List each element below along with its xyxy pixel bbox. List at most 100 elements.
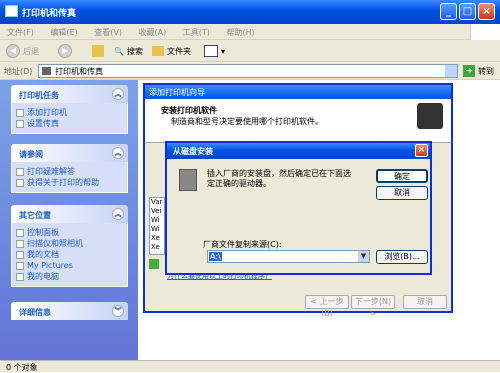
task-pane: 打印机任务 ︽ 添加打印机 设置传真 请参阅 ︽ 打印疑难解答 获得关于打印的帮助 … <box>0 80 138 360</box>
help-icon <box>16 167 24 176</box>
search-button[interactable]: 🔍 搜索 <box>114 43 143 59</box>
panel-title[interactable]: 其它位置 ︽ <box>11 205 128 223</box>
back-arrow-icon: ◀ <box>6 44 20 58</box>
computer-icon <box>16 272 24 281</box>
place-label: 我的电脑 <box>27 272 59 281</box>
task-label: 设置传真 <box>27 119 59 128</box>
dialog-close-button[interactable]: × <box>415 144 428 157</box>
collapse-chevron-icon[interactable]: ︽ <box>112 147 124 159</box>
help-icon <box>16 178 24 187</box>
scanner-icon <box>16 239 24 248</box>
link-print-help[interactable]: 获得关于打印的帮助 <box>16 177 123 188</box>
address-dropdown-button[interactable] <box>445 65 457 77</box>
back-step-button[interactable]: < 上一步(B) <box>305 295 349 318</box>
dialog-cancel-button[interactable]: 取消 <box>376 186 428 200</box>
windows-logo-icon <box>470 24 500 40</box>
signed-driver-icon <box>149 259 159 269</box>
source-value: A:\ <box>209 252 222 261</box>
dialog-title-bar: 从磁盘安装 × <box>167 143 430 159</box>
ok-button[interactable]: 确定 <box>376 169 428 183</box>
title-bar: 打印机和传真 _ □ × <box>0 0 500 24</box>
install-from-disk-dialog: 从磁盘安装 × 插入厂商的安装盘，然后确定已在下面选定正确的驱动器。 确定 取消… <box>165 141 432 275</box>
menu-bar: 文件(F) 编辑(E) 查看(V) 收藏(A) 工具(T) 帮助(H) <box>0 24 500 40</box>
folder-icon <box>16 261 24 270</box>
panel-see-also: 请参阅 ︽ 打印疑难解答 获得关于打印的帮助 <box>11 144 128 193</box>
place-label: My Pictures <box>27 261 73 270</box>
folders-button[interactable]: 文件夹 <box>152 43 191 59</box>
next-step-button[interactable]: 下一步(N) > <box>351 295 395 318</box>
menu-favorites[interactable]: 收藏(A) <box>132 24 174 38</box>
source-label: 厂商文件复制来源(C): <box>203 240 282 249</box>
go-arrow-icon[interactable]: ➜ <box>463 65 475 77</box>
browse-button[interactable]: 浏览(B)... <box>376 250 428 264</box>
expand-chevron-icon[interactable]: ︾ <box>112 305 124 317</box>
floppy-disk-icon <box>179 169 197 191</box>
back-button[interactable]: ◀ 后退 <box>6 43 39 59</box>
list-item[interactable]: Var <box>151 198 164 207</box>
search-label: 搜索 <box>126 46 143 56</box>
manufacturer-list-partial[interactable]: Var Vei Wi Wi Xe Xe <box>149 197 165 255</box>
maximize-button[interactable]: □ <box>459 3 476 20</box>
panel-title-text: 打印机任务 <box>19 91 59 100</box>
address-label: 地址(D) <box>4 67 33 76</box>
collapse-chevron-icon[interactable]: ︽ <box>112 208 124 220</box>
list-item[interactable]: Wi <box>151 216 164 225</box>
up-folder-icon <box>92 45 104 57</box>
dialog-title: 从磁盘安装 <box>173 147 213 156</box>
search-icon: 🔍 <box>114 46 124 56</box>
panel-title[interactable]: 请参阅 ︽ <box>11 144 128 162</box>
panel-title[interactable]: 打印机任务 ︽ <box>11 85 128 103</box>
place-scanners[interactable]: 扫描仪和照相机 <box>16 238 123 249</box>
place-label: 控制面板 <box>27 228 59 237</box>
menu-help[interactable]: 帮助(H) <box>219 24 261 38</box>
collapse-chevron-icon[interactable]: ︽ <box>112 88 124 100</box>
dialog-message: 插入厂商的安装盘，然后确定已在下面选定正确的驱动器。 <box>207 169 351 188</box>
panel-details: 详细信息 ︾ <box>11 302 128 320</box>
source-combobox[interactable]: A:\ ▼ <box>207 250 370 263</box>
list-item[interactable]: Xe <box>151 243 164 252</box>
panel-printer-tasks: 打印机任务 ︽ 添加打印机 设置传真 <box>11 85 128 134</box>
views-button[interactable]: ▾ <box>204 43 225 59</box>
toolbar: ◀ 后退 ▶ 🔍 搜索 文件夹 ▾ <box>0 40 500 62</box>
forward-button[interactable]: ▶ <box>58 43 72 59</box>
up-folder-button[interactable] <box>92 43 104 59</box>
place-control-panel[interactable]: 控制面板 <box>16 227 123 238</box>
link-label: 获得关于打印的帮助 <box>27 178 99 187</box>
address-bar: 地址(D) 打印机和传真 ➜ 转到 <box>0 62 500 80</box>
printer-folder-icon <box>5 5 18 17</box>
menu-file[interactable]: 文件(F) <box>0 24 41 38</box>
task-label: 添加打印机 <box>27 108 67 117</box>
list-item[interactable]: Xe <box>151 234 164 243</box>
status-text: 0 个对象 <box>6 363 38 372</box>
menu-edit[interactable]: 编辑(E) <box>43 24 84 38</box>
place-my-pictures[interactable]: My Pictures <box>16 260 123 271</box>
place-my-computer[interactable]: 我的电脑 <box>16 271 123 282</box>
link-label: 打印疑难解答 <box>27 167 75 176</box>
link-troubleshoot[interactable]: 打印疑难解答 <box>16 166 123 177</box>
panel-title-text: 其它位置 <box>19 211 51 220</box>
menu-view[interactable]: 查看(V) <box>87 24 129 38</box>
place-my-documents[interactable]: 我的文档 <box>16 249 123 260</box>
task-setup-fax[interactable]: 设置传真 <box>16 118 123 129</box>
minimize-button[interactable]: _ <box>440 3 457 20</box>
printer-icon <box>417 103 443 129</box>
status-bar: 0 个对象 <box>0 360 500 372</box>
menu-tools[interactable]: 工具(T) <box>176 24 217 38</box>
panel-other-places: 其它位置 ︽ 控制面板 扫描仪和照相机 我的文档 My Pictures 我的电脑 <box>11 205 128 287</box>
fax-icon <box>16 119 24 128</box>
task-add-printer[interactable]: 添加打印机 <box>16 107 123 118</box>
panel-title[interactable]: 详细信息 ︾ <box>11 302 128 320</box>
wizard-title: 添加打印机向导 <box>145 85 451 99</box>
wizard-cancel-button[interactable]: 取消 <box>403 295 447 309</box>
folders-label: 文件夹 <box>167 46 191 56</box>
list-item[interactable]: Vei <box>151 207 164 216</box>
list-item[interactable]: Wi <box>151 225 164 234</box>
back-label: 后退 <box>23 46 39 56</box>
forward-arrow-icon: ▶ <box>58 44 72 58</box>
go-label[interactable]: 转到 <box>478 66 494 77</box>
address-input[interactable]: 打印机和传真 <box>38 64 458 78</box>
chevron-down-icon[interactable]: ▼ <box>358 251 369 262</box>
place-label: 扫描仪和照相机 <box>27 239 83 248</box>
close-button[interactable]: × <box>478 3 495 20</box>
wizard-heading: 安装打印机软件 <box>161 106 217 115</box>
